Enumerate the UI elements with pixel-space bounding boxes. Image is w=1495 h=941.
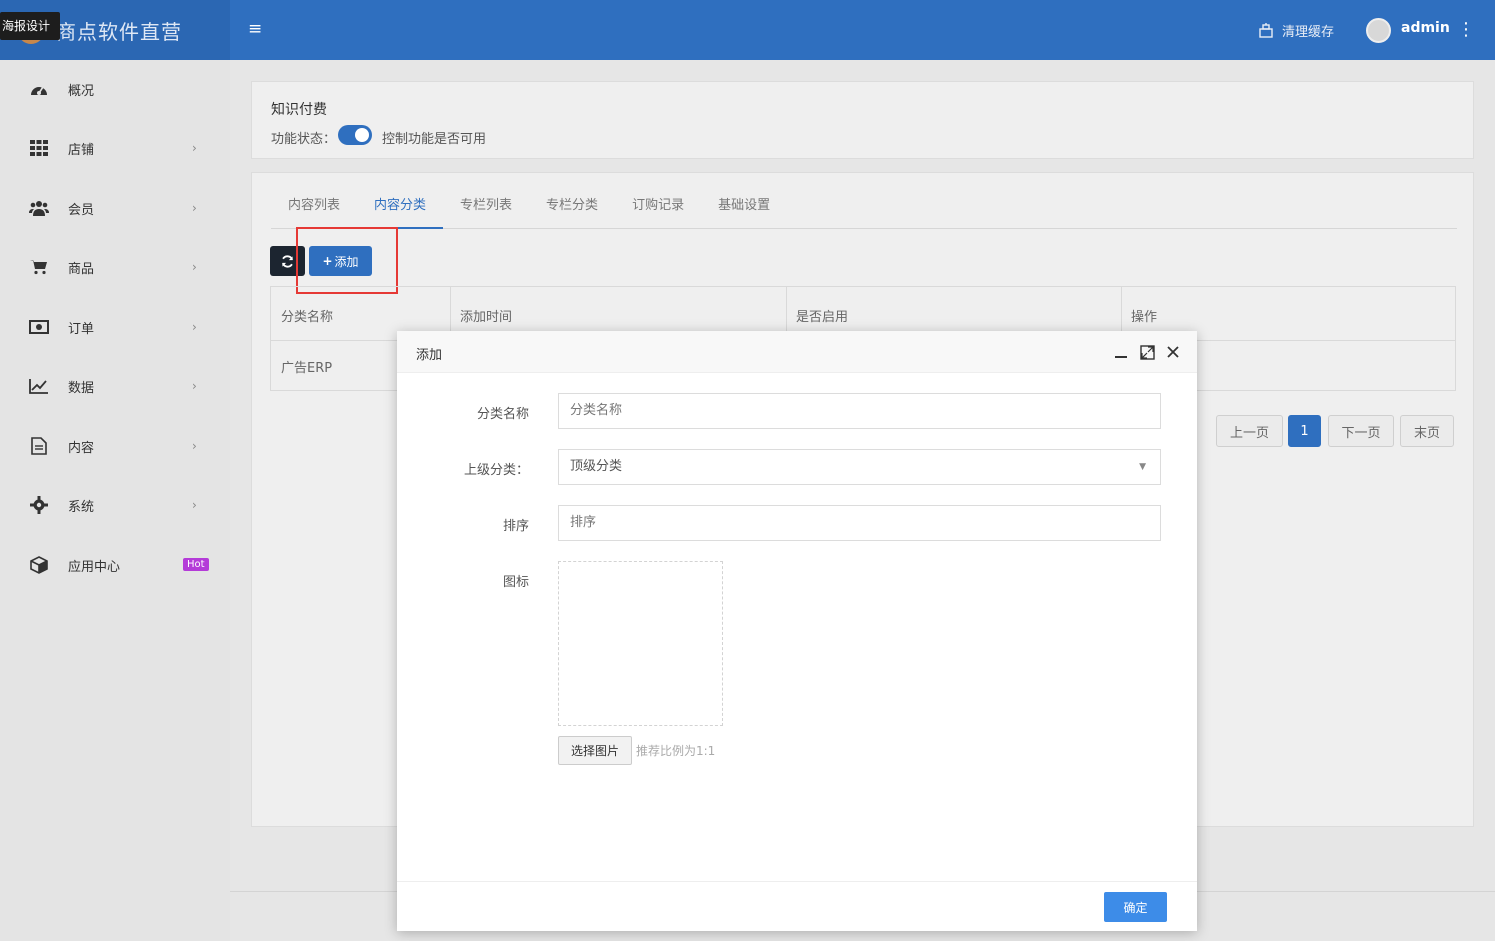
feature-card: 知识付费 功能状态： 控制功能是否可用	[251, 81, 1474, 159]
minimize-icon[interactable]	[1113, 344, 1129, 360]
table-header: 分类名称	[281, 310, 334, 325]
status-desc: 控制功能是否可用	[382, 132, 487, 147]
feature-status-toggle[interactable]	[338, 125, 372, 145]
clear-cache-button[interactable]: 清理缓存	[1258, 20, 1334, 40]
close-icon[interactable]	[1165, 344, 1181, 360]
modal-header: 添加	[397, 331, 1197, 373]
tab-column-category[interactable]: 专栏分类	[529, 189, 615, 229]
sidebar-item-label: 概况	[68, 83, 95, 99]
maximize-icon[interactable]	[1139, 344, 1155, 360]
sidebar-item-label: 内容	[68, 440, 95, 456]
chevron-right-icon: ›	[192, 141, 197, 155]
sort-label: 排序	[502, 519, 529, 534]
refresh-icon	[281, 254, 294, 268]
cart-icon	[28, 257, 50, 277]
sidebar-item-app-center[interactable]: 应用中心 Hot	[0, 545, 230, 585]
file-icon	[28, 436, 50, 456]
table-cell: 广告ERP	[281, 361, 333, 376]
parent-category-value: 顶级分类	[570, 459, 623, 474]
sidebar-item-label: 会员	[68, 202, 95, 218]
tab-order-records[interactable]: 订购记录	[615, 189, 701, 229]
sort-input[interactable]: 排序	[558, 505, 1161, 541]
gear-icon	[28, 495, 50, 515]
more-vertical-icon[interactable]: ⋮	[1457, 18, 1475, 42]
table-header: 操作	[1131, 310, 1158, 325]
chevron-right-icon: ›	[192, 201, 197, 215]
cache-icon	[1259, 23, 1273, 38]
avatar[interactable]	[1366, 18, 1391, 43]
users-icon	[28, 198, 50, 218]
sidebar-item-shop[interactable]: 店铺 ›	[0, 128, 230, 168]
sidebar-item-system[interactable]: 系统 ›	[0, 485, 230, 525]
sidebar-item-data[interactable]: 数据 ›	[0, 366, 230, 406]
tab-bar: 内容列表 内容分类 专栏列表 专栏分类 订购记录 基础设置	[271, 189, 1457, 229]
tab-basic-settings[interactable]: 基础设置	[701, 189, 787, 229]
chevron-right-icon: ›	[192, 260, 197, 274]
table-header: 添加时间	[460, 310, 513, 325]
sidebar-item-label: 应用中心	[68, 559, 121, 575]
clear-cache-label: 清理缓存	[1282, 24, 1335, 40]
dashboard-icon	[28, 79, 50, 99]
brand-title: 商点软件直营	[56, 20, 182, 44]
page-1-button[interactable]: 1	[1288, 415, 1321, 447]
user-name[interactable]: admin	[1401, 20, 1450, 36]
sidebar-item-overview[interactable]: 概况	[0, 69, 230, 109]
sidebar-item-label: 系统	[68, 499, 95, 515]
add-category-modal: 添加 分类名称 分类名称 上级分类： 顶级分类 ▼ 排序 排序 图标 选择图片 …	[397, 331, 1197, 931]
sidebar-item-member[interactable]: 会员 ›	[0, 188, 230, 228]
confirm-button[interactable]: 确定	[1104, 892, 1167, 922]
caret-down-icon: ▼	[1139, 462, 1146, 472]
name-label: 分类名称	[476, 407, 529, 422]
hot-badge: Hot	[183, 558, 209, 571]
prev-page-button[interactable]: 上一页	[1216, 415, 1283, 447]
icon-label: 图标	[502, 575, 529, 590]
icon-upload-preview[interactable]	[558, 561, 723, 726]
tab-content-list[interactable]: 内容列表	[271, 189, 357, 229]
sidebar-item-label: 商品	[68, 261, 95, 277]
sidebar-item-label: 数据	[68, 380, 95, 396]
table-header: 是否启用	[796, 310, 849, 325]
sidebar-item-goods[interactable]: 商品 ›	[0, 247, 230, 287]
ratio-hint: 推荐比例为1:1	[636, 744, 716, 758]
choose-image-button[interactable]: 选择图片	[558, 736, 632, 765]
sidebar: 概况 店铺 › 会员 › 商品 › 订单 › 数据 › 内容 › 系统 › 应用…	[0, 60, 230, 941]
line-chart-icon	[28, 376, 50, 396]
feature-title: 知识付费	[271, 102, 327, 118]
tab-column-list[interactable]: 专栏列表	[443, 189, 529, 229]
chevron-right-icon: ›	[192, 320, 197, 334]
poster-design-tag[interactable]: 海报设计	[0, 12, 61, 40]
parent-category-select[interactable]: 顶级分类 ▼	[558, 449, 1161, 485]
next-page-button[interactable]: 下一页	[1328, 415, 1394, 447]
money-icon	[28, 317, 50, 337]
status-label: 功能状态：	[271, 132, 337, 147]
chevron-right-icon: ›	[192, 498, 197, 512]
modal-title: 添加	[416, 348, 443, 363]
grid-icon	[28, 138, 50, 158]
last-page-button[interactable]: 末页	[1400, 415, 1454, 447]
sidebar-item-content[interactable]: 内容 ›	[0, 426, 230, 466]
top-header: 商点软件直营 海报设计 ≡ 清理缓存 admin ⋮	[0, 0, 1495, 60]
sidebar-item-label: 订单	[68, 321, 95, 337]
tab-content-category[interactable]: 内容分类	[357, 189, 444, 229]
menu-toggle-icon[interactable]: ≡	[248, 20, 264, 38]
sidebar-item-label: 店铺	[68, 142, 95, 158]
category-name-input[interactable]: 分类名称	[558, 393, 1161, 429]
parent-label: 上级分类：	[463, 463, 529, 478]
chevron-right-icon: ›	[192, 439, 197, 453]
sidebar-item-order[interactable]: 订单 ›	[0, 307, 230, 347]
highlight-box	[296, 227, 398, 294]
cube-icon	[28, 555, 50, 575]
chevron-right-icon: ›	[192, 379, 197, 393]
